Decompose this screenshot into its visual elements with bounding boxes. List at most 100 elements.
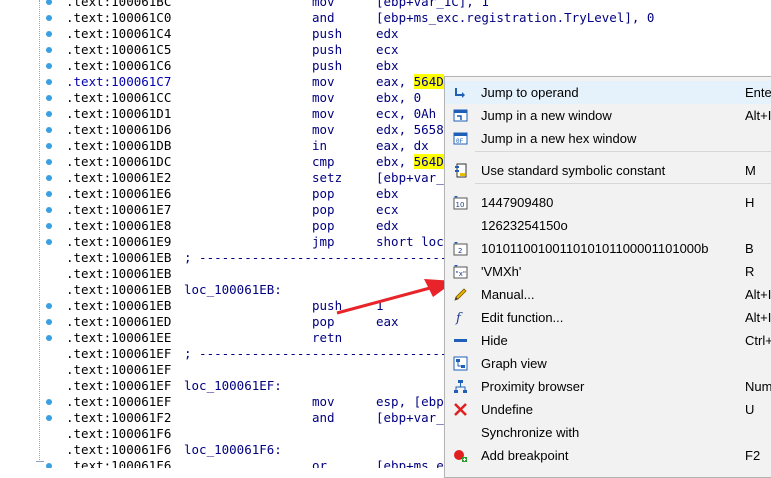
line-label[interactable]: loc_100061F6: (184, 442, 282, 458)
breakpoint-dot[interactable] (46, 399, 52, 405)
operands[interactable]: ebx, 564D (376, 154, 444, 170)
breakpoint-dot[interactable] (46, 239, 52, 245)
breakpoint-dot[interactable] (46, 159, 52, 165)
operand-text[interactable]: eax, dx (376, 138, 429, 153)
line-label[interactable]: loc_100061EB: (184, 282, 282, 298)
disasm-line[interactable]: .text:100061C0 and [ebp+ms_exc.registratio… (0, 10, 771, 26)
operand-text[interactable]: edx (376, 218, 399, 233)
menu-item-edit-function[interactable]: f Edit function... Alt+I (445, 306, 771, 329)
operand-text[interactable]: [ebp+var_1C], 1 (376, 0, 489, 9)
operand-text[interactable]: short loc (376, 234, 444, 249)
menu-item-use-standard-symbolic-constant[interactable]: Use standard symbolic constant M (445, 159, 771, 182)
operands[interactable]: edx (376, 218, 399, 234)
breakpoint-dot[interactable] (46, 223, 52, 229)
operand-text[interactable]: esp, [ebp (376, 394, 444, 409)
disasm-line[interactable]: .text:100061C6 push ebx (0, 58, 771, 74)
breakpoint-dot[interactable] (46, 47, 52, 53)
menu-item-hide[interactable]: Hide Ctrl+ (445, 329, 771, 352)
operands[interactable]: [ebp+var_1C], 1 (376, 0, 489, 10)
breakpoint-dot[interactable] (46, 63, 52, 69)
operand-text[interactable]: ebx, (376, 154, 414, 169)
line-label[interactable]: loc_100061EF: (184, 378, 282, 394)
breakpoint-dot[interactable] (46, 95, 52, 101)
breakpoint-dot[interactable] (46, 303, 52, 309)
breakpoint-dot[interactable] (46, 463, 52, 468)
breakpoint-dot[interactable] (46, 175, 52, 181)
operands[interactable]: edx (376, 26, 399, 42)
menu-item-jump-to-operand[interactable]: Jump to operand Ente (445, 81, 771, 104)
operands[interactable]: [ebp+var_ (376, 170, 444, 186)
operands[interactable]: [ebp+ms_e (376, 458, 444, 468)
breakpoint-dot[interactable] (46, 79, 52, 85)
operands[interactable]: esp, [ebp (376, 394, 444, 410)
operands[interactable]: ebx, 0 (376, 90, 421, 106)
operand-text[interactable]: ebx, 0 (376, 90, 421, 105)
breakpoint-dot[interactable] (46, 335, 52, 341)
operand-text[interactable]: ecx (376, 202, 399, 217)
operands[interactable]: ecx, 0Ah (376, 106, 436, 122)
breakpoint-dot[interactable] (46, 207, 52, 213)
operands[interactable]: eax, 564D (376, 74, 444, 90)
menu-item-manual[interactable]: Manual... Alt+I (445, 283, 771, 306)
operand-text[interactable]: eax (376, 314, 399, 329)
breakpoint-dot[interactable] (46, 191, 52, 197)
breakpoint-dot[interactable] (46, 127, 52, 133)
mnemonic: mov (312, 0, 335, 9)
highlighted-operand[interactable]: 564D (413, 74, 444, 89)
menu-item-jump-in-a-new-hex-window[interactable]: 0F Jump in a new hex window (445, 127, 771, 150)
operand-text[interactable]: ebx (376, 186, 399, 201)
operand-text[interactable]: [ebp+var_ (376, 410, 444, 425)
mnemonic: and (312, 10, 335, 25)
operands[interactable]: eax (376, 314, 399, 330)
breakpoint-dot[interactable] (46, 111, 52, 117)
disasm-line[interactable]: .text:100061C4 push edx (0, 26, 771, 42)
disasm-line[interactable]: .text:100061C5 push ecx (0, 42, 771, 58)
breakpoint-dot[interactable] (46, 143, 52, 149)
operand-text[interactable]: ecx (376, 42, 399, 57)
operands[interactable]: ebx (376, 186, 399, 202)
operand-text[interactable]: 1 (376, 298, 384, 313)
breakpoint-dot[interactable] (46, 415, 52, 421)
breakpoint-dot[interactable] (46, 0, 52, 5)
menu-item-undefine[interactable]: Undefine U (445, 398, 771, 421)
menu-item-proximity-browser[interactable]: Proximity browser Num (445, 375, 771, 398)
highlighted-operand[interactable]: 564D (413, 154, 444, 169)
mnemonic: setz (312, 170, 343, 185)
menu-item-synchronize-with[interactable]: Synchronize with (445, 421, 771, 444)
menu-item-jump-in-a-new-window[interactable]: Jump in a new window Alt+I (445, 104, 771, 127)
operand-text[interactable]: eax, (376, 74, 414, 89)
operands[interactable]: eax, dx (376, 138, 429, 154)
operands[interactable]: 1 (376, 298, 384, 314)
operands[interactable]: edx, 5658 (376, 122, 444, 138)
operands[interactable]: ecx (376, 202, 399, 218)
operand-text[interactable]: [ebp+ms_exc.registration.TryLevel], 0 (376, 10, 654, 25)
line-address: .text:100061C6 (66, 58, 172, 73)
menu-item-add-breakpoint[interactable]: Add breakpoint F2 (445, 444, 771, 467)
operand-text[interactable]: ebx (376, 58, 399, 73)
menu-item-vmxh[interactable]: "x" 'VMXh' R (445, 260, 771, 283)
symbolic-constant-icon (453, 163, 468, 178)
operands[interactable]: ecx (376, 42, 399, 58)
operand-text[interactable]: edx, 5658 (376, 122, 444, 137)
breakpoint-dot[interactable] (46, 15, 52, 21)
menu-item-shortcut: F2 (745, 448, 761, 463)
operands[interactable]: [ebp+ms_exc.registration.TryLevel], 0 (376, 10, 654, 26)
operand-text[interactable]: edx (376, 26, 399, 41)
operands[interactable]: ebx (376, 58, 399, 74)
menu-item-12623254150o[interactable]: 12623254150o (445, 214, 771, 237)
menu-item-graph-view[interactable]: Graph view (445, 352, 771, 375)
disasm-line[interactable]: .text:100061BC mov [ebp+var_1C], 1 (0, 0, 771, 10)
operand-text[interactable]: [ebp+var_ (376, 170, 444, 185)
pencil-icon (453, 287, 468, 302)
operands[interactable]: short loc (376, 234, 444, 250)
operand-text[interactable]: [ebp+ms_e (376, 458, 444, 468)
menu-item-label: Hide (481, 333, 508, 348)
mnemonic: cmp (312, 154, 335, 169)
operand-text[interactable]: ecx, 0Ah (376, 106, 436, 121)
breakpoint-dot[interactable] (46, 31, 52, 37)
mnemonic: pop (312, 314, 335, 329)
menu-item-1447909480[interactable]: 10 1447909480 H (445, 191, 771, 214)
operands[interactable]: [ebp+var_ (376, 410, 444, 426)
breakpoint-dot[interactable] (46, 319, 52, 325)
menu-item-1010110010011010101100001101000b[interactable]: 2 1010110010011010101100001101000b B (445, 237, 771, 260)
